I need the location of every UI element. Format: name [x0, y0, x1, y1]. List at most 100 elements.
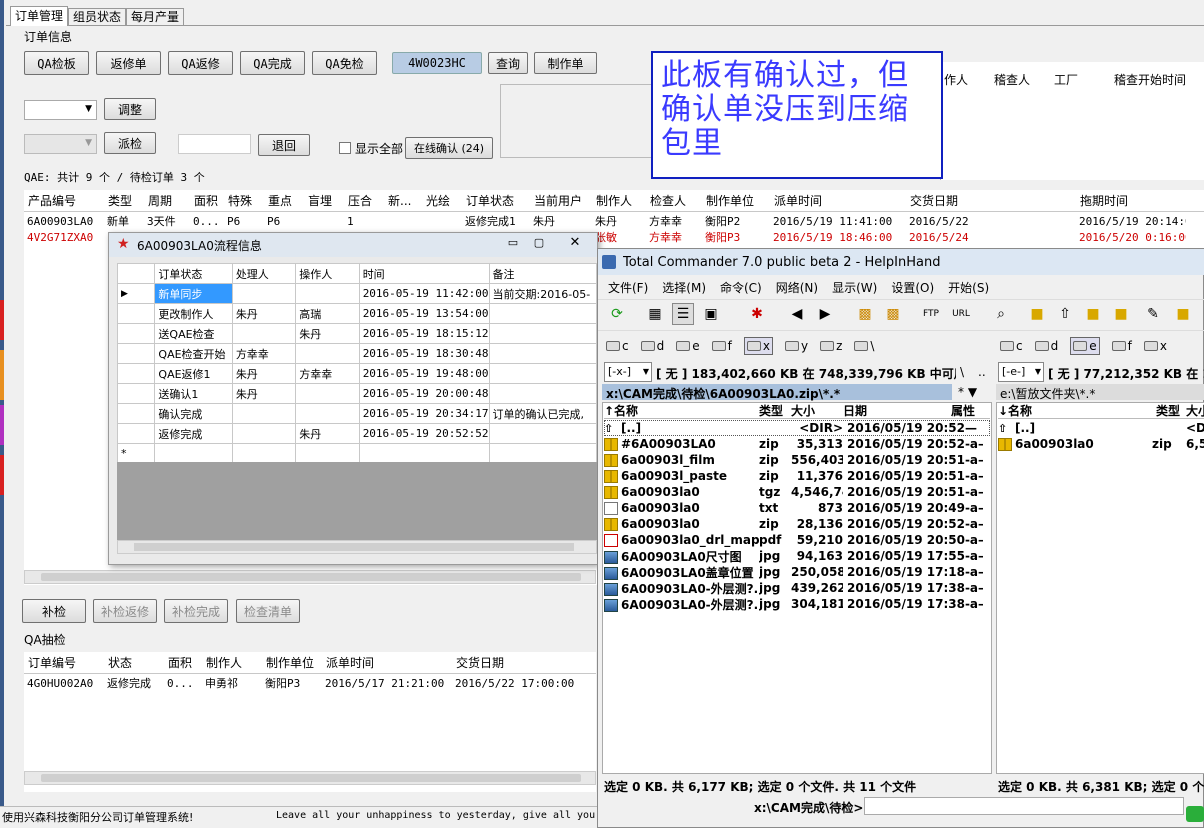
maximize-icon[interactable]: ▢	[527, 236, 551, 252]
make-order-button[interactable]: 制作单	[534, 52, 597, 74]
file-row[interactable]: 6A00903LA0盖章位置 jpg 250,058 2016/05/19 17:18…	[604, 564, 983, 580]
flow-row[interactable]: ▶ 新单同步 2016-05-19 11:42:00 当前交期:2016-05-	[116, 283, 598, 304]
unpack-icon[interactable]: ▩	[882, 303, 904, 325]
filter-combo-2[interactable]: ▼	[24, 134, 97, 154]
tc-menu-item[interactable]: 开始(S)	[948, 279, 989, 296]
qa-col-header[interactable]: 交货日期	[452, 654, 576, 671]
file-row[interactable]: 6a00903l_paste zip 11,376 2016/05/19 20:51-…	[604, 468, 983, 484]
select-icon[interactable]: ✱	[746, 303, 768, 325]
col-attr[interactable]: 属性	[951, 402, 987, 419]
main-col-header[interactable]: 压合	[344, 192, 384, 209]
flow-col-header[interactable]: 时间	[358, 263, 490, 284]
filter-combo-1[interactable]: ▼	[24, 100, 97, 120]
drive-button[interactable]: d	[1034, 337, 1058, 355]
right-col-type[interactable]: 类型	[1156, 402, 1186, 419]
main-col-header[interactable]: 检查人	[646, 192, 702, 209]
qa-col-header[interactable]: 状态	[104, 654, 164, 671]
qa-col-header[interactable]: 派单时间	[322, 654, 452, 671]
qa-rework-button[interactable]: QA返修	[168, 51, 233, 75]
row-selector[interactable]	[116, 343, 156, 364]
adjust-button[interactable]: 调整	[104, 98, 156, 120]
url-icon[interactable]: URL	[950, 303, 972, 325]
main-col-header[interactable]: 类型	[104, 192, 144, 209]
folder-up-icon[interactable]: ⇧	[1054, 303, 1076, 325]
forward-icon[interactable]: ▶	[814, 303, 836, 325]
file-row[interactable]: ⇧ [..] <D	[998, 420, 1204, 436]
flow-col-header[interactable]: 订单状态	[154, 263, 233, 284]
flow-row[interactable]: 送确认1 朱丹 2016-05-19 20:00:48	[116, 383, 598, 404]
main-col-header[interactable]: 制作人	[592, 192, 646, 209]
recheck-rework-button[interactable]: 补检返修	[93, 599, 157, 623]
pack-icon[interactable]: ▩	[854, 303, 876, 325]
col-name[interactable]: ↑名称	[604, 402, 759, 419]
flow-row[interactable]: 确认完成 2016-05-19 20:34:17 订单的确认已完成,	[116, 403, 598, 424]
flow-new-row[interactable]: *	[116, 443, 598, 464]
dispatch-button[interactable]: 派检	[104, 132, 156, 154]
full-view-icon[interactable]: ☰	[672, 303, 694, 325]
checklist-button[interactable]: 检查清单	[236, 599, 300, 623]
drive-button[interactable]: c	[606, 337, 629, 355]
reason-input[interactable]	[178, 134, 251, 154]
query-button[interactable]: 查询	[488, 52, 528, 74]
recheck-complete-button[interactable]: 补检完成	[164, 599, 228, 623]
rework-order-button[interactable]: 返修单	[96, 51, 161, 75]
ftp-icon[interactable]: FTP	[920, 303, 942, 325]
qa-col-header[interactable]: 订单编号	[24, 654, 104, 671]
drive-button[interactable]: y	[784, 337, 808, 355]
order-code-display[interactable]: 4W0023HC	[392, 52, 482, 74]
main-col-header[interactable]: 制作单位	[702, 192, 770, 209]
folder-icon-4[interactable]: ■	[1172, 303, 1194, 325]
drive-button[interactable]: x	[743, 337, 773, 355]
file-row[interactable]: 6a00903l_film zip 556,403 2016/05/19 20:51-…	[604, 452, 983, 468]
show-all-checkbox[interactable]	[339, 142, 351, 154]
file-row[interactable]: 6a00903la0_drl_map pdf 59,210 2016/05/19 20…	[604, 532, 983, 548]
qa-col-header[interactable]: 制作人	[202, 654, 262, 671]
flow-row[interactable]: 返修完成 朱丹 2016-05-19 20:52:52	[116, 423, 598, 444]
drive-button[interactable]: f	[711, 337, 732, 355]
tc-menu-item[interactable]: 选择(M)	[662, 279, 706, 296]
folder-icon-3[interactable]: ■	[1110, 303, 1132, 325]
qa-col-header[interactable]: 制作单位	[262, 654, 322, 671]
left-parent-button[interactable]: ..	[978, 365, 986, 379]
tc-menu-item[interactable]: 显示(W)	[832, 279, 877, 296]
drive-button[interactable]: c	[1000, 337, 1023, 355]
row-selector[interactable]	[116, 423, 156, 444]
drive-button[interactable]: d	[640, 337, 664, 355]
flow-hscroll[interactable]	[117, 540, 597, 554]
file-row[interactable]: 6A00903LA0尺寸图 jpg 94,163 2016/05/19 17:55-a…	[604, 548, 983, 564]
tab-order-management[interactable]: 订单管理	[10, 6, 69, 26]
refresh-icon[interactable]: ⟳	[606, 303, 628, 325]
tc-menu-item[interactable]: 网络(N)	[776, 279, 818, 296]
qa-inspect-button[interactable]: QA检板	[24, 51, 89, 75]
main-col-header[interactable]: 交货日期	[906, 192, 1076, 209]
flow-row[interactable]: 送QAE检查 朱丹 2016-05-19 18:15:12	[116, 323, 598, 344]
return-button[interactable]: 退回	[258, 134, 310, 156]
minimize-icon[interactable]: ▭	[501, 236, 525, 252]
folder-icon-1[interactable]: ■	[1026, 303, 1048, 325]
drive-button[interactable]: z	[820, 337, 842, 355]
tc-menu-item[interactable]: 设置(O)	[891, 279, 934, 296]
main-col-header[interactable]: 产品编号	[24, 192, 104, 209]
col-date[interactable]: 日期	[843, 402, 951, 419]
tc-menu-item[interactable]: 文件(F)	[608, 279, 648, 296]
main-col-header[interactable]: 面积	[190, 192, 224, 209]
row-selector[interactable]: ▶	[116, 283, 156, 304]
row-selector[interactable]	[116, 403, 156, 424]
file-row[interactable]: 6a00903la0 zip 28,136 2016/05/19 20:52-a–	[604, 516, 983, 532]
row-selector[interactable]	[116, 323, 156, 344]
qa-grid-hscroll[interactable]	[24, 771, 596, 785]
flow-col-header[interactable]: 处理人	[231, 263, 297, 284]
main-col-header[interactable]: 光绘	[422, 192, 462, 209]
file-row[interactable]: 6a00903la0 tgz 4,546,742 2016/05/19 20:51-a…	[604, 484, 983, 500]
file-row[interactable]: 6A00903LA0-外层测?. jpg 439,262 2016/05/19 17:…	[604, 580, 983, 596]
flow-row[interactable]: QAE检查开始 方幸幸 2016-05-19 18:30:48	[116, 343, 598, 364]
col-type[interactable]: 类型	[759, 402, 791, 419]
right-drive-select[interactable]: [-e-] ▼	[998, 362, 1044, 382]
file-row[interactable]: #6A00903LA0 zip 35,313 2016/05/19 20:52-a–	[604, 436, 983, 452]
drive-button[interactable]: \	[854, 337, 874, 355]
close-icon[interactable]: ✕	[561, 235, 589, 253]
main-grid-hscroll[interactable]	[24, 570, 596, 584]
flow-row[interactable]: 更改制作人 朱丹 高瑞 2016-05-19 13:54:00	[116, 303, 598, 324]
flow-col-header[interactable]: 操作人	[295, 263, 360, 284]
qa-exempt-button[interactable]: QA免检	[312, 51, 377, 75]
